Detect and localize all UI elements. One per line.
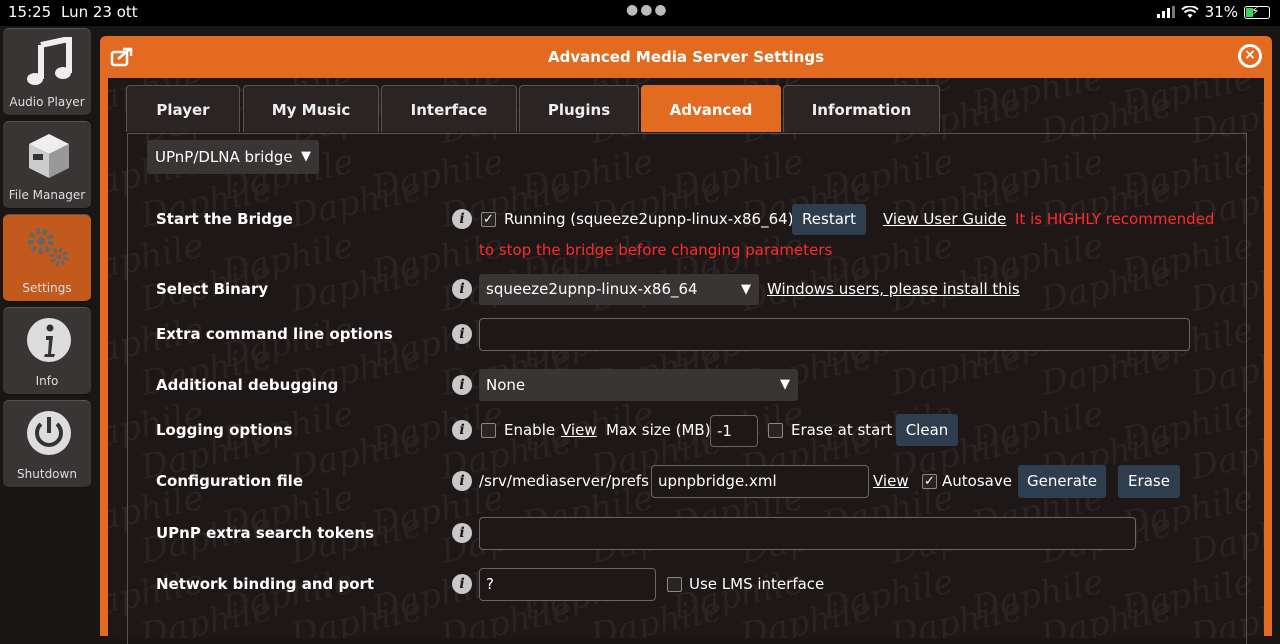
sidebar-item-audio-player[interactable]: Audio Player	[3, 28, 91, 116]
info-icon[interactable]: i	[452, 279, 472, 299]
binary-select-value: squeeze2upnp-linux-x86_64	[486, 280, 698, 298]
music-note-icon	[27, 37, 72, 85]
tab-advanced[interactable]: Advanced	[641, 85, 781, 132]
config-path: /srv/mediaserver/prefs	[479, 472, 649, 490]
close-icon[interactable]: ×	[1238, 44, 1262, 68]
config-view-link[interactable]: View	[873, 472, 909, 490]
config-file-input[interactable]: upnpbridge.xml	[651, 465, 869, 498]
start-bridge-label: Start the Bridge	[156, 210, 293, 228]
running-status: Running (squeeze2upnp-linux-x86_64)	[504, 210, 794, 228]
sidebar: Audio Player File Manager Settings Info	[0, 26, 92, 621]
caret-down-icon: ▼	[780, 377, 790, 392]
debugging-label: Additional debugging	[156, 376, 339, 394]
running-checkbox[interactable]: ✓	[481, 212, 496, 227]
use-lms-checkbox[interactable]	[667, 577, 682, 592]
restart-button[interactable]: Restart	[792, 204, 866, 235]
sidebar-item-label: Shutdown	[17, 467, 77, 481]
warning-text-continued: to stop the bridge before changing param…	[479, 241, 833, 259]
erase-button[interactable]: Erase	[1118, 465, 1180, 498]
status-bar: 15:25 Lun 23 ott ●●● 31% ⚡	[0, 0, 1280, 26]
section-select-value: UPnP/DLNA bridge	[155, 148, 293, 166]
sidebar-item-label: Info	[35, 374, 59, 388]
sidebar-item-label: File Manager	[8, 188, 86, 202]
power-icon	[27, 411, 71, 455]
wifi-icon	[1180, 5, 1199, 18]
date: Lun 23 ott	[61, 3, 138, 21]
network-binding-input[interactable]: ?	[479, 568, 656, 601]
max-size-label: Max size (MB)	[606, 421, 711, 439]
erase-at-start-label: Erase at start	[791, 421, 893, 439]
warning-text: It is HIGHLY recommended	[1015, 210, 1215, 228]
info-icon[interactable]: i	[452, 375, 472, 395]
sidebar-item-label: Settings	[22, 281, 72, 295]
tab-plugins[interactable]: Plugins	[519, 85, 639, 132]
info-icon[interactable]: i	[452, 523, 472, 543]
battery-icon: ⚡	[1244, 4, 1270, 19]
info-icon[interactable]: i	[452, 420, 472, 440]
select-binary-label: Select Binary	[156, 280, 269, 298]
sidebar-item-settings[interactable]: Settings	[3, 214, 91, 302]
info-icon[interactable]: i	[452, 574, 472, 594]
tab-information[interactable]: Information	[783, 85, 940, 132]
view-user-guide-link[interactable]: View User Guide	[883, 210, 1006, 228]
autosave-label: Autosave	[942, 472, 1012, 490]
debugging-select[interactable]: None ▼	[479, 369, 798, 401]
windows-install-link[interactable]: Windows users, please install this	[767, 280, 1020, 298]
battery-percent: 31%	[1204, 3, 1238, 21]
logging-label: Logging options	[156, 421, 293, 439]
sidebar-item-file-manager[interactable]: File Manager	[3, 121, 91, 209]
clock: 15:25	[8, 3, 52, 21]
info-icon[interactable]: i	[452, 209, 472, 229]
max-size-input[interactable]: -1	[710, 415, 758, 447]
info-icon	[27, 318, 71, 362]
caret-down-icon: ▼	[741, 282, 751, 297]
autosave-checkbox[interactable]: ✓	[922, 474, 937, 489]
dialog-title: Advanced Media Server Settings	[547, 48, 825, 66]
sidebar-item-label: Audio Player	[9, 95, 85, 109]
binary-select[interactable]: squeeze2upnp-linux-x86_64 ▼	[479, 274, 759, 305]
logging-enable-checkbox[interactable]	[481, 423, 496, 438]
multitask-dots-icon[interactable]: ●●●	[626, 2, 669, 18]
use-lms-label: Use LMS interface	[689, 575, 825, 593]
extra-options-label: Extra command line options	[156, 325, 393, 343]
tab-player[interactable]: Player	[126, 85, 240, 132]
network-binding-label: Network binding and port	[156, 575, 375, 593]
box-icon	[29, 134, 69, 178]
caret-down-icon: ▼	[301, 149, 311, 164]
search-tokens-input[interactable]	[479, 517, 1136, 550]
tab-interface[interactable]: Interface	[381, 85, 517, 132]
clean-button[interactable]: Clean	[896, 414, 958, 446]
dialog-title-bar: Advanced Media Server Settings ×	[100, 36, 1272, 78]
debugging-select-value: None	[486, 376, 526, 394]
info-icon[interactable]: i	[452, 471, 472, 491]
sidebar-item-info[interactable]: Info	[3, 307, 91, 395]
logging-view-link[interactable]: View	[561, 421, 597, 439]
section-select[interactable]: UPnP/DLNA bridge ▼	[147, 140, 319, 174]
gears-icon	[28, 228, 69, 267]
config-file-label: Configuration file	[156, 472, 303, 490]
search-tokens-label: UPnP extra search tokens	[156, 524, 375, 542]
sidebar-item-shutdown[interactable]: Shutdown	[3, 400, 91, 488]
erase-at-start-checkbox[interactable]	[768, 423, 783, 438]
signal-icon	[1156, 6, 1175, 18]
info-icon[interactable]: i	[452, 324, 472, 344]
extra-options-input[interactable]	[479, 318, 1190, 351]
tab-my-music[interactable]: My Music	[243, 85, 379, 132]
generate-button[interactable]: Generate	[1018, 465, 1106, 498]
logging-enable-label: Enable	[504, 421, 556, 439]
